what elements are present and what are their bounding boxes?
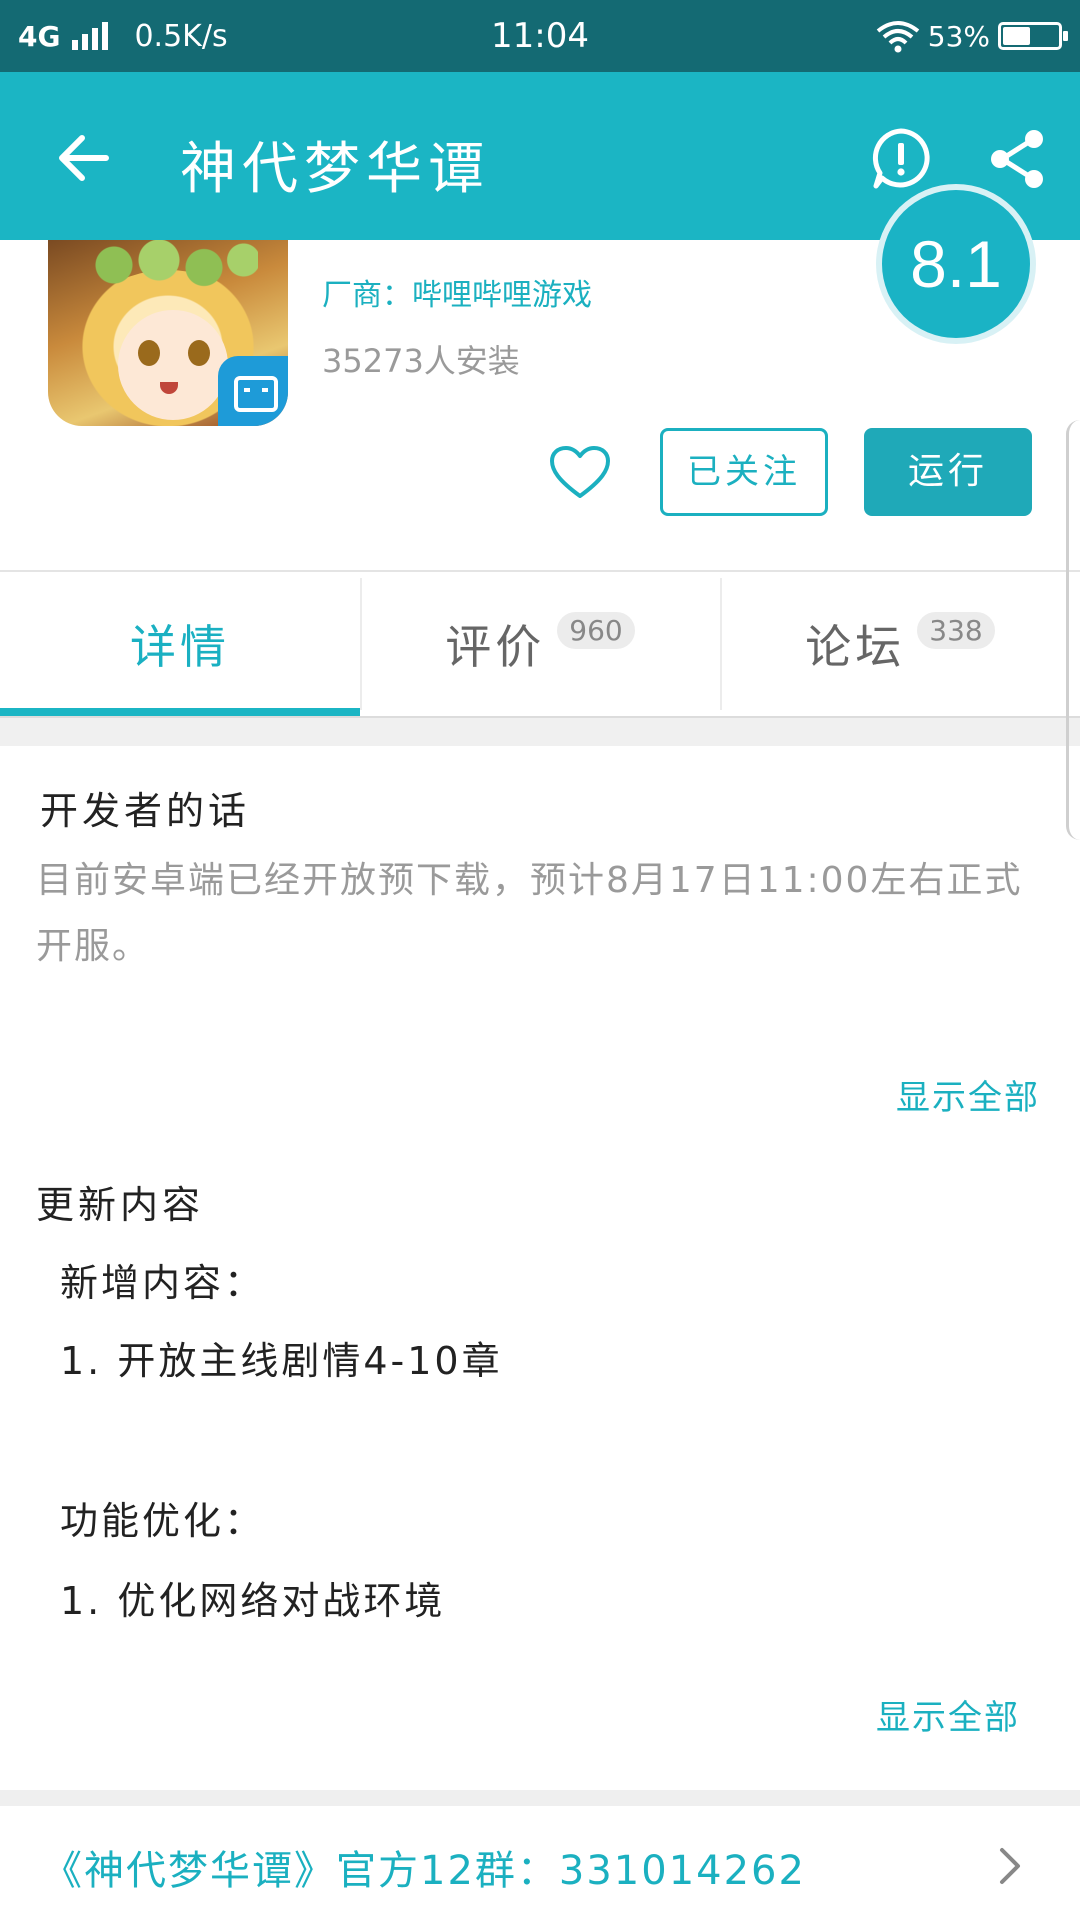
- score-badge: 8.1: [882, 190, 1030, 338]
- tab-label: 论坛: [805, 620, 906, 674]
- vendor-link[interactable]: 厂商：哔哩哔哩游戏: [322, 270, 592, 314]
- tab-forum[interactable]: 论坛 338: [720, 572, 1080, 716]
- section-divider: [0, 1790, 1080, 1806]
- battery-percent: 53%: [927, 19, 990, 53]
- report-icon[interactable]: [868, 126, 934, 192]
- back-arrow-icon[interactable]: [52, 126, 116, 190]
- edge-handle: [1066, 420, 1080, 840]
- status-right: 53%: [876, 0, 1068, 72]
- section-gap: [0, 716, 1080, 746]
- tab-count-badge: 960: [557, 611, 635, 649]
- developer-show-all-link[interactable]: 显示全部: [896, 1070, 1040, 1119]
- followed-button[interactable]: 已关注: [660, 428, 828, 516]
- update-line: 1. 开放主线剧情4-10章: [60, 1339, 503, 1383]
- tab-bar: 详情 评价 960 论坛 338: [0, 572, 1080, 716]
- network-type: 4G: [18, 19, 61, 53]
- active-tab-indicator: [0, 708, 360, 716]
- update-line: 1. 优化网络对战环境: [60, 1579, 446, 1623]
- battery-icon: [998, 22, 1068, 50]
- official-group-row[interactable]: 《神代梦华谭》官方12群：331014262: [0, 1806, 1080, 1920]
- signal-icon: [72, 22, 109, 50]
- chevron-right-icon: [1000, 1848, 1020, 1884]
- developer-section-title: 开发者的话: [40, 789, 251, 833]
- updates-show-all-link[interactable]: 显示全部: [876, 1690, 1020, 1739]
- page-title: 神代梦华谭: [180, 137, 490, 202]
- network-speed: 0.5K/s: [134, 18, 228, 54]
- app-icon: [48, 240, 288, 426]
- tab-reviews[interactable]: 评价 960: [360, 572, 720, 716]
- update-line: 新增内容：: [60, 1261, 266, 1305]
- status-bar: 4G 0.5K/s 11:04 53%: [0, 0, 1080, 72]
- status-left: 4G 0.5K/s: [18, 0, 228, 72]
- run-button[interactable]: 运行: [864, 428, 1032, 516]
- developer-text: 目前安卓端已经开放预下载，预计8月17日11:00左右正式开服。: [36, 860, 1023, 967]
- heart-icon[interactable]: [548, 444, 612, 500]
- tab-label: 详情: [130, 620, 230, 674]
- install-count: 35273人安装: [322, 342, 520, 380]
- tab-label: 评价: [445, 620, 546, 674]
- tab-count-badge: 338: [917, 611, 995, 649]
- battery-fill: [1003, 27, 1030, 45]
- wifi-icon: [876, 21, 920, 53]
- updates-section-title: 更新内容: [36, 1183, 205, 1227]
- official-group-text: 《神代梦华谭》官方12群：331014262: [42, 1848, 806, 1894]
- share-icon[interactable]: [984, 126, 1050, 192]
- update-line: 功能优化：: [60, 1499, 266, 1543]
- tab-details[interactable]: 详情: [0, 572, 360, 716]
- bilibili-badge-icon: [218, 356, 288, 426]
